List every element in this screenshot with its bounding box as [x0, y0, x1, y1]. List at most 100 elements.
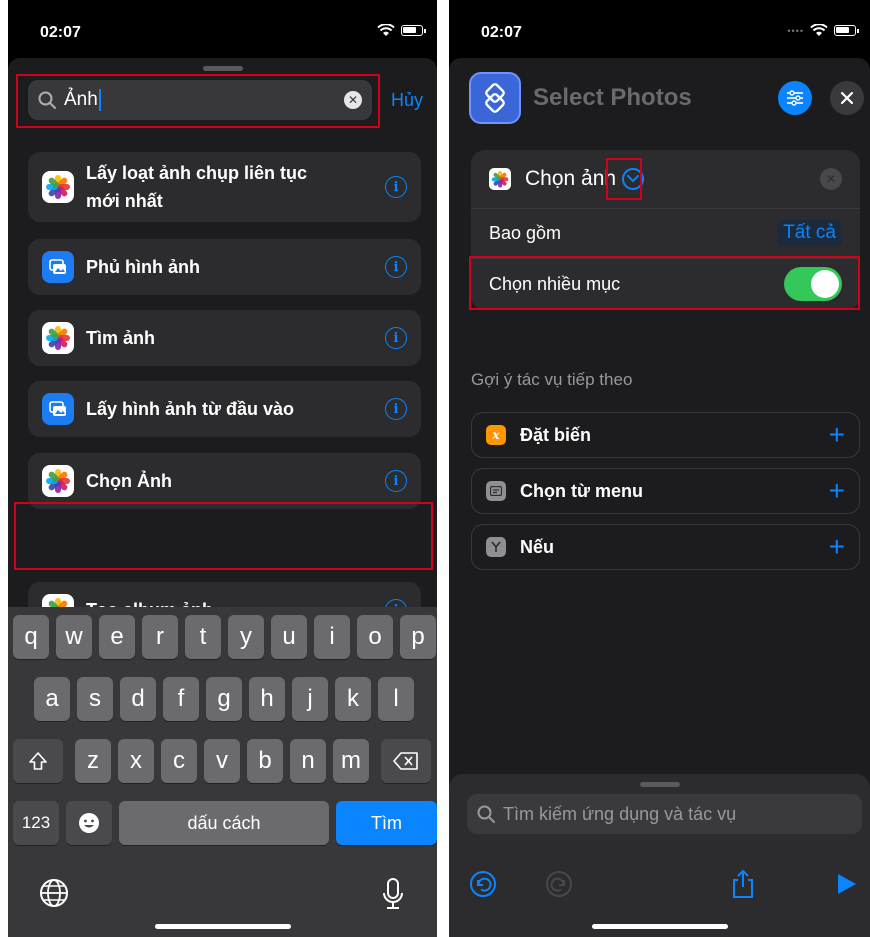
suggestion-label: Chọn từ menu: [520, 480, 644, 501]
key-p[interactable]: p: [400, 615, 436, 659]
shortcut-title[interactable]: Select Photos: [533, 84, 760, 112]
highlight-search: [16, 74, 380, 128]
result-item[interactable]: Lấy loạt ảnh chụp liên tục mới nhất i: [28, 152, 421, 222]
key-g[interactable]: g: [206, 677, 242, 721]
key-b[interactable]: b: [247, 739, 283, 783]
suggestion-label: Đặt biến: [520, 424, 592, 445]
emoji-icon: [79, 813, 99, 833]
search-key[interactable]: Tìm: [336, 801, 437, 845]
key-v[interactable]: v: [204, 739, 240, 783]
result-item[interactable]: Chọn Ảnh i: [28, 453, 421, 509]
suggestion-label: Nếu: [520, 536, 555, 557]
emoji-key[interactable]: [66, 801, 112, 845]
key-a[interactable]: a: [34, 677, 70, 721]
key-q[interactable]: q: [13, 615, 49, 659]
add-icon[interactable]: +: [829, 421, 845, 449]
battery-icon: [401, 25, 426, 36]
key-d[interactable]: d: [120, 677, 156, 721]
microphone-icon[interactable]: [381, 877, 405, 916]
key-c[interactable]: c: [161, 739, 197, 783]
play-icon[interactable]: [836, 872, 858, 896]
key-k[interactable]: k: [335, 677, 371, 721]
shift-icon: [29, 752, 47, 770]
cancel-button[interactable]: Hủy: [391, 90, 423, 111]
overlay-image-icon: [42, 393, 74, 425]
key-w[interactable]: w: [56, 615, 92, 659]
shortcut-header: Select Photos: [469, 72, 864, 124]
backspace-icon: [393, 752, 418, 770]
key-z[interactable]: z: [75, 739, 111, 783]
globe-icon[interactable]: [38, 877, 70, 914]
search-placeholder: Tìm kiếm ứng dụng và tác vụ: [503, 803, 737, 824]
key-x[interactable]: x: [118, 739, 154, 783]
remove-action-icon[interactable]: ✕: [820, 168, 842, 190]
key-l[interactable]: l: [378, 677, 414, 721]
key-f[interactable]: f: [163, 677, 199, 721]
status-bar: 02:07 ••••: [449, 0, 870, 60]
include-value-button[interactable]: Tất cả: [777, 220, 842, 246]
letter-keys-row-3: zxcvbnm: [75, 739, 369, 783]
suggestion-if[interactable]: Nếu +: [471, 524, 860, 570]
highlight-choose-photo: [14, 502, 433, 570]
key-i[interactable]: i: [314, 615, 350, 659]
share-icon[interactable]: [730, 869, 756, 899]
home-indicator: [154, 924, 291, 929]
action-search-input[interactable]: Tìm kiếm ứng dụng và tác vụ: [467, 794, 862, 834]
info-icon[interactable]: i: [385, 256, 407, 278]
info-icon[interactable]: i: [385, 470, 407, 492]
add-icon[interactable]: +: [829, 477, 845, 505]
photos-app-icon: [489, 168, 511, 190]
key-s[interactable]: s: [77, 677, 113, 721]
key-r[interactable]: r: [142, 615, 178, 659]
wifi-icon: [810, 24, 828, 36]
delete-key[interactable]: [381, 739, 431, 783]
key-m[interactable]: m: [333, 739, 369, 783]
key-y[interactable]: y: [228, 615, 264, 659]
overlay-image-icon: [42, 251, 74, 283]
key-n[interactable]: n: [290, 739, 326, 783]
variable-icon: x: [486, 425, 506, 445]
action-search-panel: Tìm kiếm ứng dụng và tác vụ: [449, 774, 870, 937]
sheet-grabber[interactable]: [202, 66, 243, 71]
add-icon[interactable]: +: [829, 533, 845, 561]
close-button[interactable]: [830, 81, 864, 115]
result-item[interactable]: Tìm ảnh i: [28, 310, 421, 366]
search-icon: [477, 805, 495, 823]
left-phone-screen: 02:07 Ảnh ✕ Hủy Lấy loạt ảnh chụp liên t…: [8, 0, 437, 937]
shortcut-app-icon[interactable]: [469, 72, 521, 124]
result-label: Lấy hình ảnh từ đầu vào: [86, 399, 295, 419]
key-t[interactable]: t: [185, 615, 221, 659]
key-row-1: qwertyuiop: [13, 615, 436, 659]
info-icon[interactable]: i: [385, 176, 407, 198]
key-j[interactable]: j: [292, 677, 328, 721]
space-key[interactable]: dấu cách: [119, 801, 329, 845]
action-header: Chọn ảnh ✕: [471, 150, 860, 208]
key-e[interactable]: e: [99, 615, 135, 659]
panel-grabber[interactable]: [639, 782, 680, 787]
highlight-multi-select: [469, 256, 860, 310]
home-indicator: [591, 924, 728, 929]
info-icon[interactable]: i: [385, 398, 407, 420]
key-h[interactable]: h: [249, 677, 285, 721]
numbers-key[interactable]: 123: [13, 801, 59, 845]
result-item[interactable]: Lấy hình ảnh từ đầu vào i: [28, 381, 421, 437]
settings-sliders-button[interactable]: [778, 81, 812, 115]
result-item[interactable]: Phủ hình ảnh i: [28, 239, 421, 295]
suggestion-choose-menu[interactable]: Chọn từ menu +: [471, 468, 860, 514]
status-time: 02:07: [40, 24, 81, 41]
menu-icon: [486, 481, 506, 501]
shift-key[interactable]: [13, 739, 63, 783]
result-label: Lấy loạt ảnh chụp liên tục mới nhất: [86, 163, 308, 211]
redo-icon[interactable]: [545, 870, 573, 898]
info-icon[interactable]: i: [385, 327, 407, 349]
include-row: Bao gồm Tất cả: [471, 208, 860, 258]
status-time: 02:07: [481, 24, 522, 41]
suggestion-set-variable[interactable]: x Đặt biến +: [471, 412, 860, 458]
undo-icon[interactable]: [469, 870, 497, 898]
include-label: Bao gồm: [489, 222, 562, 243]
suggestions-heading: Gợi ý tác vụ tiếp theo: [471, 370, 633, 389]
if-icon: [486, 537, 506, 557]
key-u[interactable]: u: [271, 615, 307, 659]
key-o[interactable]: o: [357, 615, 393, 659]
status-bar: 02:07: [8, 0, 437, 60]
